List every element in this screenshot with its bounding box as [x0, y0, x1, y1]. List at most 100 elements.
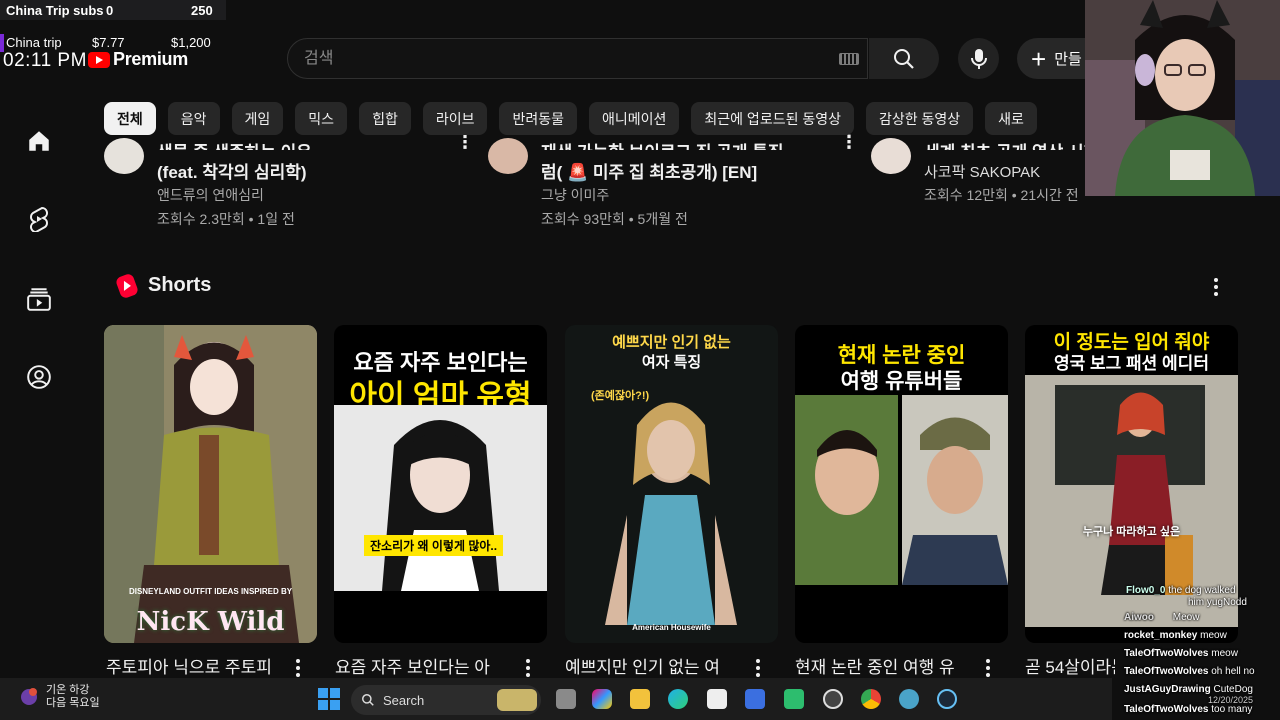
app-icon-b[interactable] [784, 689, 804, 709]
video-channel[interactable]: 그냥 이미주 [541, 185, 609, 205]
short-image [565, 325, 778, 643]
youtube-play-icon [88, 51, 110, 68]
short-footer: American Housewife [632, 623, 711, 632]
stream-chat-overlay: Flow0_0 the dog walked him yugNodd Aiwoo… [1112, 582, 1280, 720]
channel-avatar[interactable] [871, 138, 911, 174]
channel-avatar[interactable] [104, 138, 144, 174]
globe-icon[interactable] [899, 689, 919, 709]
short-caption: DISNEYLAND OUTFIT IDEAS INSPIRED BY [128, 587, 293, 596]
short-title[interactable]: 주토피아 닉으로 주토피 [106, 653, 286, 678]
obs-icon[interactable] [823, 689, 843, 709]
video-title[interactable]: 럼( 🚨 미주 집 최초공개) [EN] [541, 158, 757, 183]
short-caption: 누구나 따라하고 싶은 [1082, 526, 1181, 538]
logo-text: Premium [113, 49, 188, 69]
short-thumbnail[interactable]: 현재 논란 중인 여행 유튜버들 [795, 325, 1008, 643]
chip-pets[interactable]: 반려동물 [499, 102, 577, 135]
trip-label: China trip [6, 35, 62, 50]
chip-music[interactable]: 음악 [167, 102, 220, 135]
copilot-icon[interactable] [592, 689, 612, 709]
weather-widget[interactable]: 기온 하강 다음 목요일 [18, 684, 100, 710]
short-more-icon[interactable] [524, 658, 532, 678]
webcam-image [1085, 0, 1280, 196]
video-meta: 조회수 2.3만회 • 1일 전 [157, 211, 295, 227]
app-icon-a[interactable] [745, 689, 765, 709]
stream-clock: 02:11 PM [3, 50, 87, 71]
video-meta: 조회수 93만회 • 5개월 전 [541, 211, 688, 227]
task-view-icon[interactable] [556, 689, 576, 709]
chip-recently-uploaded[interactable]: 최근에 업로드된 동영상 [691, 102, 854, 135]
short-image [795, 395, 1008, 585]
video-card[interactable]: 재생 가능한 브이로그 집 공개 특집 럼( 🚨 미주 집 최초공개) [EN]… [488, 132, 858, 234]
chrome-icon[interactable] [861, 689, 881, 709]
youtube-logo[interactable]: Premium [88, 49, 188, 70]
chip-all[interactable]: 전체 [104, 102, 156, 135]
microphone-icon [970, 48, 987, 69]
search-button[interactable] [869, 38, 939, 79]
short-thumbnail[interactable]: 예쁘지만 인기 없는 여자 특징 (존예잖아?!) American House… [565, 325, 778, 643]
voice-search-button[interactable] [958, 38, 999, 79]
chat-message: rocket_monkey meow [1124, 630, 1227, 641]
search-input[interactable] [304, 48, 824, 70]
chip-watched[interactable]: 감상한 동영상 [866, 102, 974, 135]
taskbar-search[interactable]: Search [351, 685, 541, 715]
weather-title: 기온 하강 [46, 684, 90, 696]
short-more-icon[interactable] [754, 658, 762, 678]
chat-message: JustAGuyDrawing CuteDog [1124, 684, 1253, 695]
chip-hiphop[interactable]: 힙합 [359, 102, 411, 135]
video-channel[interactable]: 사코팍 SAKOPAK [924, 161, 1040, 182]
short-overlay-line2: 영국 보그 패션 에디터 [1054, 354, 1209, 373]
filter-chip-bar: 전체 음악 게임 믹스 힙합 라이브 반려동물 애니메이션 최근에 업로드된 동… [104, 102, 1037, 136]
edge-icon[interactable] [668, 689, 688, 709]
you-icon[interactable] [26, 364, 52, 390]
short-image [334, 405, 547, 591]
chat-message: TaleOfTwoWolves too many [1124, 704, 1253, 715]
search-icon [362, 694, 374, 706]
chat-message: Aiwoo Meow [1124, 612, 1200, 623]
video-title-cut: 생물 중 생존하는 이유 [157, 138, 312, 150]
short-more-icon[interactable] [984, 658, 992, 678]
keyboard-icon[interactable] [839, 53, 859, 65]
trip-goal: $1,200 [171, 35, 211, 50]
channel-avatar[interactable] [488, 138, 528, 174]
home-icon[interactable] [26, 128, 52, 154]
chip-animation[interactable]: 애니메이션 [589, 102, 680, 135]
subs-count: 0 [106, 2, 114, 18]
video-channel[interactable]: 앤드류의 연애심리 [157, 185, 264, 205]
short-overlay-line2: 여자 특징 [641, 354, 702, 371]
steam-icon[interactable] [937, 689, 957, 709]
short-thumbnail[interactable]: DISNEYLAND OUTFIT IDEAS INSPIRED BY NicK… [104, 325, 317, 643]
shorts-more-icon[interactable] [1208, 276, 1224, 298]
shorts-icon[interactable] [26, 206, 52, 232]
file-explorer-icon[interactable] [630, 689, 650, 709]
search-highlight-icon [497, 689, 537, 711]
short-title[interactable]: 예쁘지만 인기 없는 여 [565, 653, 745, 678]
search-icon [894, 48, 914, 69]
chip-new[interactable]: 새로 [985, 102, 1037, 135]
video-title[interactable]: (feat. 착각의 심리학) [157, 158, 307, 183]
short-title[interactable]: 곧 54살이라는 영국 보 [1025, 653, 1115, 678]
subs-label: China Trip subs [6, 2, 104, 18]
chip-gaming[interactable]: 게임 [231, 102, 284, 135]
shorts-title: Shorts [148, 274, 212, 296]
create-label: 만들 [1054, 51, 1082, 68]
short-title[interactable]: 요즘 자주 보인다는 아 [335, 653, 515, 678]
subscriptions-icon[interactable] [26, 286, 52, 312]
short-more-icon[interactable] [294, 658, 302, 678]
video-card[interactable]: 생물 중 생존하는 이유 (feat. 착각의 심리학) 앤드류의 연애심리 조… [104, 132, 474, 234]
windows-taskbar: 기온 하강 다음 목요일 Search [0, 678, 1112, 720]
short-title[interactable]: 현재 논란 중인 여행 유 [795, 653, 975, 678]
chat-message: TaleOfTwoWolves oh hell no [1124, 666, 1255, 677]
chip-mix[interactable]: 믹스 [295, 102, 348, 135]
short-caption: 잔소리가 왜 이렇게 많아.. [364, 535, 504, 556]
weather-subtitle: 다음 목요일 [46, 697, 100, 709]
plus-icon: + [1031, 43, 1047, 74]
chip-live[interactable]: 라이브 [422, 102, 488, 135]
short-caption: (존예잖아?!) [591, 390, 650, 402]
chat-message: Flow0_0 the dog walked [1126, 585, 1236, 596]
shorts-header: Shorts [114, 272, 212, 299]
video-title-cut: 세계 최초 공개 영상 시청 [924, 138, 1099, 150]
windows-start-icon[interactable] [318, 688, 340, 710]
store-icon[interactable] [707, 689, 727, 709]
short-overlay-top: 예쁘지만 인기 없는 [612, 334, 731, 351]
short-thumbnail[interactable]: 요즘 자주 보인다는 아이 엄마 유형 잔소리가 왜 이렇게 많아.. [334, 325, 547, 643]
